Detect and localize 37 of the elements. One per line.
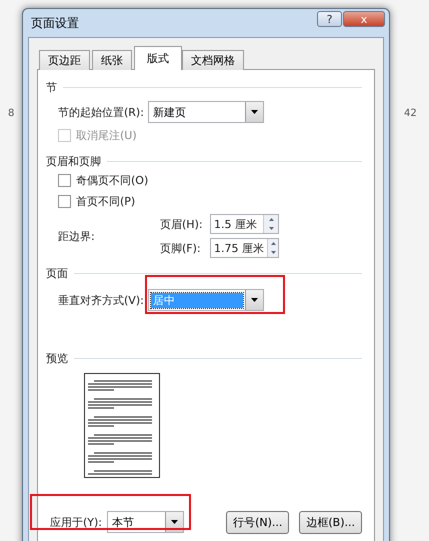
help-button[interactable]: ? [317, 11, 342, 27]
checkbox-label: 奇偶页不同(O) [76, 173, 148, 188]
checkbox[interactable] [58, 195, 71, 208]
checkbox-label: 取消尾注(U) [76, 128, 137, 143]
spin-field[interactable]: 1.75 厘米 [210, 238, 279, 258]
dialog-button[interactable]: 行号(N)... [226, 510, 290, 534]
field-label: 页脚(F): [160, 240, 202, 256]
section-heading: 预览 [46, 350, 68, 366]
field-label: 垂直对齐方式(V): [58, 292, 145, 308]
section-heading: 页面 [46, 266, 68, 280]
caret-icon [251, 110, 258, 114]
down-arrow-icon [270, 251, 276, 254]
dialog-button[interactable]: 边框(B)... [299, 510, 362, 534]
field-label: 应用于(Y): [50, 514, 104, 530]
section-heading: 页眉和页脚 [46, 154, 101, 168]
spin-field[interactable]: 1.5 厘米 [210, 214, 279, 234]
apply-to-dropdown[interactable]: 本节 [107, 511, 184, 533]
ruler-number: 8 [8, 108, 14, 119]
down-arrow-icon [268, 227, 274, 230]
checkbox-label: 首页不同(P) [76, 194, 136, 209]
up-arrow-icon [268, 218, 274, 221]
tab[interactable]: 文档网格 [182, 50, 244, 70]
section-heading: 节 [46, 80, 57, 94]
checkbox[interactable] [58, 174, 71, 187]
caret-icon [251, 298, 258, 302]
window-title: 页面设置 [31, 14, 80, 32]
ruler-number: 42 [404, 108, 417, 119]
tab[interactable]: 纸张 [92, 50, 132, 70]
tab[interactable]: 页边距 [39, 50, 90, 70]
caret-icon [171, 520, 178, 524]
field-label: 节的起始位置(R): [58, 104, 145, 120]
tab[interactable]: 版式 [134, 46, 182, 70]
section-start-dropdown[interactable]: 新建页 [148, 101, 264, 123]
field-label: 距边界: [58, 228, 96, 244]
page-preview-icon [84, 373, 160, 478]
field-label: 页眉(H): [160, 216, 204, 232]
up-arrow-icon [270, 242, 276, 245]
